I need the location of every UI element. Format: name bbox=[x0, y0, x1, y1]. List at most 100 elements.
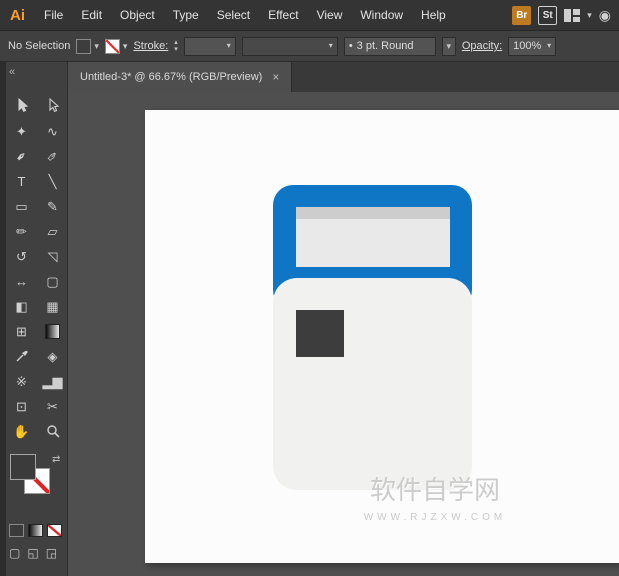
stroke-color-swatch[interactable] bbox=[105, 39, 120, 54]
zoom-tool[interactable] bbox=[37, 419, 68, 444]
artwork-screen-band-shape[interactable] bbox=[296, 207, 450, 219]
menu-help[interactable]: Help bbox=[412, 8, 455, 22]
shape-builder-tool-icon: ◧ bbox=[15, 300, 27, 313]
chevron-down-icon[interactable]: ▾ bbox=[587, 11, 592, 20]
shaper-tool[interactable]: ✏ bbox=[6, 219, 37, 244]
shape-builder-tool[interactable]: ◧ bbox=[6, 294, 37, 319]
line-segment-tool-icon: ╲ bbox=[49, 175, 57, 188]
none-button[interactable] bbox=[47, 524, 62, 537]
selection-tool-icon bbox=[15, 98, 29, 115]
main-menu: FileEditObjectTypeSelectEffectViewWindow… bbox=[35, 8, 455, 22]
brush-preview-dot: • bbox=[349, 40, 353, 52]
slice-tool[interactable]: ✂ bbox=[37, 394, 68, 419]
direct-selection-tool-icon bbox=[46, 98, 60, 115]
canvas-area[interactable]: 软件自学网 WWW.RJZXW.COM bbox=[69, 92, 619, 576]
draw-behind-mode[interactable]: ◱ bbox=[27, 546, 38, 560]
type-tool[interactable]: T bbox=[6, 169, 37, 194]
gradient-button[interactable] bbox=[28, 524, 43, 537]
menu-edit[interactable]: Edit bbox=[72, 8, 111, 22]
chevron-down-icon[interactable]: ▾ bbox=[227, 42, 231, 50]
brush-definition-value: 3 pt. Round bbox=[357, 40, 414, 52]
column-graph-tool[interactable]: ▂▆ bbox=[37, 369, 68, 394]
eyedropper-tool-icon bbox=[15, 349, 29, 365]
bridge-button[interactable]: Br bbox=[512, 6, 531, 25]
swap-fill-stroke-icon[interactable]: ⇄ bbox=[52, 454, 60, 465]
selection-tool[interactable] bbox=[6, 94, 37, 119]
stroke-label[interactable]: Stroke: bbox=[133, 40, 168, 52]
stroke-color-control[interactable]: ▾ bbox=[105, 39, 128, 54]
width-tool-icon: ↔ bbox=[15, 275, 28, 288]
color-button[interactable] bbox=[9, 524, 24, 537]
workspace-switcher-icon[interactable] bbox=[564, 9, 580, 22]
stroke-weight-stepper[interactable]: ▴ ▾ bbox=[174, 39, 178, 53]
artboard[interactable]: 软件自学网 WWW.RJZXW.COM bbox=[145, 110, 619, 563]
free-transform-tool[interactable]: ▢ bbox=[37, 269, 68, 294]
curvature-tool-icon: ✑ bbox=[44, 148, 61, 165]
stepper-down-icon[interactable]: ▾ bbox=[174, 46, 178, 53]
symbol-sprayer-tool[interactable]: ※ bbox=[6, 369, 37, 394]
rectangle-tool-icon: ▭ bbox=[15, 200, 27, 213]
artboard-tool[interactable]: ⊡ bbox=[6, 394, 37, 419]
line-segment-tool[interactable]: ╲ bbox=[37, 169, 68, 194]
brush-definition-select[interactable]: • 3 pt. Round bbox=[344, 37, 436, 56]
chevron-down-icon[interactable]: ▾ bbox=[547, 42, 551, 50]
stroke-weight-select[interactable]: ▾ bbox=[184, 37, 236, 56]
curvature-tool[interactable]: ✑ bbox=[37, 144, 68, 169]
menu-file[interactable]: File bbox=[35, 8, 72, 22]
menu-type[interactable]: Type bbox=[164, 8, 208, 22]
menu-view[interactable]: View bbox=[308, 8, 352, 22]
eyedropper-tool[interactable] bbox=[6, 344, 37, 369]
brush-dropdown-button[interactable]: ▾ bbox=[442, 37, 456, 56]
control-bar: No Selection ▾ ▾ Stroke: ▴ ▾ ▾ ▾ • 3 pt.… bbox=[0, 30, 619, 62]
menu-effect[interactable]: Effect bbox=[259, 8, 307, 22]
close-icon[interactable]: × bbox=[272, 70, 279, 84]
paintbrush-tool[interactable]: ✎ bbox=[37, 194, 68, 219]
pen-tool[interactable]: ✒ bbox=[6, 144, 37, 169]
stepper-up-icon[interactable]: ▴ bbox=[174, 39, 178, 46]
gradient-tool[interactable] bbox=[37, 319, 68, 344]
tools-panel: « ✦ ∿ ✒ ✑ T ╲ ▭ ✎ ✏▱↺◹ ↔ ▢ ◧ ▦ ⊞ ◈ ※ ▂▆ ⊡✂✋ ⇄ ▢ ◱ ◲ bbox=[0, 62, 68, 576]
magic-wand-tool-icon: ✦ bbox=[16, 125, 27, 138]
fill-color-swatch[interactable] bbox=[76, 39, 91, 54]
sync-settings-icon[interactable]: ◉ bbox=[599, 7, 611, 24]
blend-tool-icon: ◈ bbox=[48, 350, 58, 363]
paintbrush-tool-icon: ✎ bbox=[47, 200, 58, 213]
scale-tool[interactable]: ◹ bbox=[37, 244, 68, 269]
draw-normal-mode[interactable]: ▢ bbox=[9, 546, 20, 560]
magic-wand-tool[interactable]: ✦ bbox=[6, 119, 37, 144]
chevron-down-icon[interactable]: ▾ bbox=[329, 42, 333, 50]
mesh-tool[interactable]: ⊞ bbox=[6, 319, 37, 344]
collapse-panel-button[interactable]: « bbox=[9, 66, 13, 78]
artwork-dark-square-shape[interactable] bbox=[296, 310, 344, 357]
watermark-title: 软件自学网 bbox=[315, 470, 555, 507]
opacity-label[interactable]: Opacity: bbox=[462, 40, 502, 52]
lasso-tool[interactable]: ∿ bbox=[37, 119, 68, 144]
menu-object[interactable]: Object bbox=[111, 8, 164, 22]
draw-inside-mode[interactable]: ◲ bbox=[46, 546, 57, 560]
artwork-screen-shape[interactable] bbox=[296, 207, 450, 267]
opacity-select[interactable]: 100% ▾ bbox=[508, 37, 556, 56]
menu-window[interactable]: Window bbox=[351, 8, 412, 22]
fill-swatch[interactable] bbox=[10, 454, 36, 480]
direct-selection-tool[interactable] bbox=[37, 94, 68, 119]
rectangle-tool[interactable]: ▭ bbox=[6, 194, 37, 219]
width-tool[interactable]: ↔ bbox=[6, 269, 37, 294]
lasso-tool-icon: ∿ bbox=[47, 125, 58, 138]
fill-color-control[interactable]: ▾ bbox=[76, 39, 99, 54]
document-tab-title: Untitled-3* @ 66.67% (RGB/Preview) bbox=[80, 71, 262, 83]
symbol-sprayer-tool-icon: ※ bbox=[16, 375, 27, 388]
stock-button[interactable]: St bbox=[538, 6, 557, 25]
eraser-tool[interactable]: ▱ bbox=[37, 219, 68, 244]
perspective-grid-tool[interactable]: ▦ bbox=[37, 294, 68, 319]
width-profile-select[interactable]: ▾ bbox=[242, 37, 338, 56]
hand-tool[interactable]: ✋ bbox=[6, 419, 37, 444]
perspective-grid-tool-icon: ▦ bbox=[46, 300, 58, 313]
document-tab[interactable]: Untitled-3* @ 66.67% (RGB/Preview) × bbox=[68, 62, 292, 92]
chevron-down-icon[interactable]: ▾ bbox=[123, 42, 128, 51]
blend-tool[interactable]: ◈ bbox=[37, 344, 68, 369]
column-graph-tool-icon: ▂▆ bbox=[43, 375, 63, 388]
menu-select[interactable]: Select bbox=[208, 8, 259, 22]
illustrator-window: Ai FileEditObjectTypeSelectEffectViewWin… bbox=[0, 0, 619, 576]
rotate-tool[interactable]: ↺ bbox=[6, 244, 37, 269]
chevron-down-icon[interactable]: ▾ bbox=[94, 42, 99, 51]
